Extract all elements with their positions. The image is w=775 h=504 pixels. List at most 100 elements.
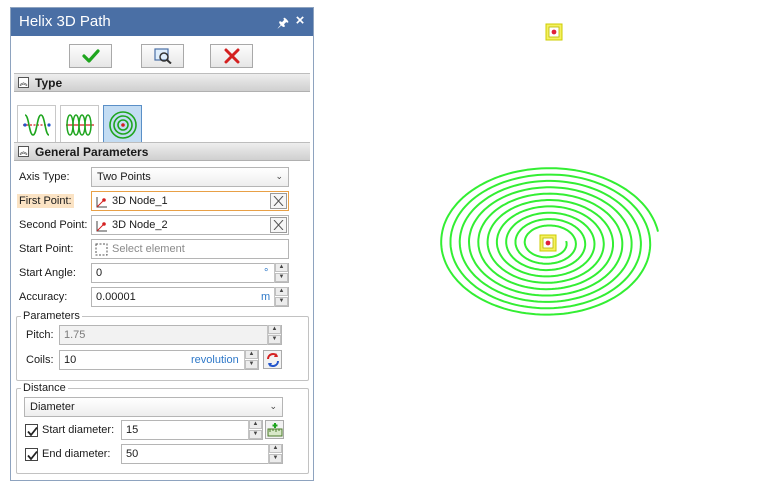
pitch-label: Pitch:: [26, 329, 54, 341]
distance-mode-value: Diameter: [30, 401, 75, 413]
start-diameter-spinner[interactable]: ▲ ▼: [248, 420, 262, 440]
viewport-canvas[interactable]: [318, 0, 775, 501]
type-spiral-button[interactable]: [103, 105, 142, 144]
type-helix-coil-button[interactable]: [60, 105, 99, 144]
panel-title: Helix 3D Path: [19, 13, 111, 30]
spin-down-icon[interactable]: ▼: [268, 335, 281, 344]
coils-label: Coils:: [26, 354, 54, 366]
node-marker-top[interactable]: [545, 23, 563, 41]
axis-type-dropdown[interactable]: Two Points ⌄: [91, 167, 289, 187]
first-point-value: 3D Node_1: [112, 195, 168, 207]
distance-mode-dropdown[interactable]: Diameter ⌄: [24, 397, 283, 417]
checkmark-icon: [27, 450, 38, 461]
start-diameter-checkbox[interactable]: [25, 424, 38, 437]
type-section-label: Type: [35, 76, 63, 90]
collapse-icon[interactable]: ︽: [18, 77, 29, 88]
clear-second-point-button[interactable]: [270, 217, 287, 233]
start-diameter-value: 15: [126, 424, 139, 436]
coils-spinner[interactable]: ▲ ▼: [244, 350, 258, 370]
spin-up-icon[interactable]: ▲: [275, 263, 288, 272]
measure-distance-icon: [267, 423, 283, 437]
check-icon: [82, 49, 100, 63]
preview-button[interactable]: [141, 44, 184, 68]
start-diameter-field[interactable]: 15 ▲ ▼: [121, 420, 263, 440]
accuracy-unit: m: [261, 291, 271, 303]
second-point-label: Second Point:: [19, 219, 88, 231]
collapse-icon[interactable]: ︽: [18, 146, 29, 157]
pitch-value: 1.75: [64, 329, 86, 341]
start-angle-field[interactable]: 0 ° ▲ ▼: [91, 263, 289, 283]
coils-field[interactable]: 10 revolution ▲ ▼: [59, 350, 259, 370]
spin-down-icon[interactable]: ▼: [275, 273, 288, 282]
clear-x-icon: [273, 220, 284, 230]
preview-icon: [154, 48, 172, 64]
cancel-x-icon: [224, 48, 240, 64]
first-point-field[interactable]: 3D Node_1: [91, 191, 289, 211]
clear-first-point-button[interactable]: [270, 193, 287, 209]
spin-up-icon[interactable]: ▲: [269, 444, 282, 453]
accuracy-spinner[interactable]: ▲ ▼: [274, 287, 288, 307]
helix-coil-icon: [66, 114, 94, 136]
node-point-icon: [96, 221, 107, 232]
type-section-header[interactable]: ︽ Type: [14, 73, 310, 92]
checkmark-icon: [27, 426, 38, 437]
second-point-field[interactable]: 3D Node_2: [91, 215, 289, 235]
second-point-value: 3D Node_2: [112, 219, 168, 231]
cancel-button[interactable]: [210, 44, 253, 68]
distance-group-title: Distance: [21, 382, 68, 394]
end-diameter-value: 50: [126, 448, 139, 460]
select-element-icon: [95, 243, 108, 256]
node-point-icon: [96, 197, 107, 208]
accuracy-field[interactable]: 0.00001 m ▲ ▼: [91, 287, 289, 307]
spin-up-icon[interactable]: ▲: [245, 350, 258, 359]
axis-type-label: Axis Type:: [19, 171, 70, 183]
first-point-label: First Point:: [17, 194, 74, 208]
swap-direction-button[interactable]: [263, 350, 282, 369]
general-parameters-label: General Parameters: [35, 145, 149, 159]
axis-type-value: Two Points: [97, 171, 151, 183]
end-diameter-label: End diameter:: [42, 448, 111, 460]
ok-button[interactable]: [69, 44, 112, 68]
swap-direction-icon: [267, 353, 279, 367]
spin-down-icon[interactable]: ▼: [275, 297, 288, 306]
spin-up-icon[interactable]: ▲: [275, 287, 288, 296]
start-angle-label: Start Angle:: [19, 267, 76, 279]
spin-down-icon[interactable]: ▼: [249, 430, 262, 439]
start-diameter-label: Start diameter:: [42, 424, 115, 436]
coils-value: 10: [64, 354, 77, 366]
spiral-icon: [109, 111, 137, 139]
accuracy-label: Accuracy:: [19, 291, 68, 303]
spin-up-icon[interactable]: ▲: [249, 420, 262, 429]
clear-x-icon: [273, 196, 284, 206]
spin-up-icon[interactable]: ▲: [268, 325, 281, 334]
pitch-field[interactable]: 1.75 ▲ ▼: [59, 325, 282, 345]
node-marker-center[interactable]: [539, 234, 557, 252]
measure-distance-button[interactable]: [265, 420, 284, 439]
close-icon[interactable]: ×: [292, 12, 308, 29]
start-angle-spinner[interactable]: ▲ ▼: [274, 263, 288, 283]
end-diameter-spinner[interactable]: ▲ ▼: [268, 444, 282, 464]
end-diameter-checkbox[interactable]: [25, 448, 38, 461]
helix-3d-path-panel: Helix 3D Path 🖈 × ︽ Type ︽ General Param…: [10, 7, 314, 481]
start-point-field[interactable]: Select element: [91, 239, 289, 259]
start-angle-unit: °: [264, 267, 269, 279]
coils-unit: revolution: [191, 354, 239, 366]
viewport-svg[interactable]: [318, 0, 775, 501]
chevron-down-icon: ⌄: [275, 171, 283, 181]
parameters-group-title: Parameters: [21, 310, 82, 322]
helix-axis-icon: [23, 114, 51, 136]
node-marker-top-dot: [551, 29, 557, 35]
start-angle-value: 0: [96, 267, 103, 279]
spin-down-icon[interactable]: ▼: [245, 360, 258, 369]
pin-icon[interactable]: 🖈: [277, 14, 289, 36]
chevron-down-icon: ⌄: [269, 401, 277, 411]
general-parameters-section-header[interactable]: ︽ General Parameters: [14, 142, 310, 161]
node-marker-center-dot: [545, 240, 551, 246]
spin-down-icon[interactable]: ▼: [269, 454, 282, 463]
accuracy-value: 0.00001: [96, 291, 136, 303]
pitch-spinner[interactable]: ▲ ▼: [267, 325, 281, 345]
panel-title-bar: Helix 3D Path 🖈 ×: [11, 8, 313, 36]
start-point-placeholder: Select element: [112, 243, 185, 255]
end-diameter-field[interactable]: 50 ▲ ▼: [121, 444, 283, 464]
type-helix-axis-button[interactable]: [17, 105, 56, 144]
